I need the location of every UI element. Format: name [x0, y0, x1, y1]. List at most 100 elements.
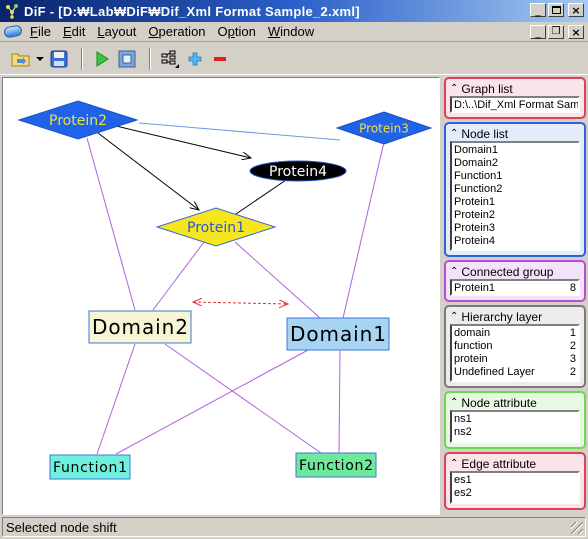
edge-protein4-protein1[interactable] [235, 179, 287, 215]
layer-count: 2 [569, 366, 576, 378]
graph-view[interactable]: Protein2 Protein3 Protein4 Protein1 Domain2 D… [3, 78, 440, 515]
edge-protein1-domain2[interactable] [152, 241, 205, 311]
connected-group-header[interactable]: ⌃ Connected group [450, 264, 580, 279]
node-protein1[interactable]: Protein1 [155, 207, 277, 247]
list-item[interactable]: Protein1 8 [454, 282, 576, 294]
window-title: DiF - [D:₩Lab₩DiF₩Dif_Xml Format Sample_… [24, 3, 360, 19]
list-item[interactable]: protein 3 [454, 353, 576, 366]
list-item[interactable]: Function1 [454, 170, 576, 183]
mdi-restore-button[interactable]: ❐ [548, 25, 564, 39]
menu-bar: File Edit Layout Operation Option Window… [0, 22, 588, 42]
maximize-button[interactable] [548, 3, 564, 17]
list-item[interactable]: function 2 [454, 340, 576, 353]
remove-icon [214, 56, 226, 61]
node-attribute-header[interactable]: ⌃ Node attribute [450, 395, 580, 410]
open-dropdown-button[interactable] [35, 48, 45, 70]
collapse-chevron-icon[interactable]: ⌃ [450, 128, 458, 139]
list-item[interactable]: Domain1 [454, 144, 576, 157]
node-domain1[interactable]: Domain1 [286, 317, 390, 351]
edge-attribute-box[interactable]: es1 es2 [450, 471, 580, 504]
document-icon[interactable] [3, 24, 23, 39]
list-item[interactable]: Protein4 [454, 235, 576, 248]
graph-list-box[interactable]: D:\..\Dif_Xml Format Sam [450, 96, 580, 113]
edge-protein2-protein3[interactable] [138, 122, 341, 141]
connected-group-box[interactable]: Protein1 8 [450, 279, 580, 296]
hierarchy-layer-box[interactable]: domain 1 function 2 protein 3 Undefined Lay… [450, 324, 580, 382]
hierarchy-layer-panel: ⌃ Hierarchy layer domain 1 function 2 prote… [444, 305, 586, 388]
collapse-chevron-icon[interactable]: ⌃ [450, 311, 458, 322]
node-function2[interactable]: Function2 [295, 452, 377, 478]
menu-file-rest: ile [37, 24, 51, 39]
collapse-chevron-icon[interactable]: ⌃ [450, 397, 458, 408]
menu-option-rest: tion [234, 24, 256, 39]
mdi-close-button[interactable]: × [568, 25, 584, 39]
edge-protein2-protein1[interactable] [97, 132, 199, 210]
list-item[interactable]: Function2 [454, 183, 576, 196]
mdi-minimize-button[interactable]: _ [530, 25, 546, 39]
edge-domain2-function1[interactable] [96, 343, 136, 455]
graph-list-item-label: D:\..\Dif_Xml Format Sam [454, 99, 580, 111]
collapse-chevron-icon[interactable]: ⌃ [450, 83, 458, 94]
close-button[interactable]: × [568, 3, 584, 17]
menu-window[interactable]: Window [268, 24, 314, 39]
menu-window-mnemonic: W [267, 24, 281, 39]
edge-protein1-domain1[interactable] [234, 241, 321, 319]
node-list-header[interactable]: ⌃ Node list [450, 126, 580, 141]
collapse-chevron-icon[interactable]: ⌃ [450, 458, 458, 469]
minimize-button[interactable]: _ [530, 3, 546, 17]
remove-button[interactable] [209, 48, 231, 70]
edge-domain1-function2[interactable] [338, 349, 341, 454]
node-label: Domain2 [92, 315, 188, 339]
node-list-box[interactable]: Domain1 Domain2 Function1 Function2 Prot… [450, 141, 580, 251]
open-button[interactable] [10, 48, 32, 70]
list-item[interactable]: Protein1 [454, 196, 576, 209]
resize-grip[interactable] [571, 522, 583, 534]
node-domain2[interactable]: Domain2 [88, 310, 192, 344]
layer-count: 2 [569, 340, 576, 352]
menu-option[interactable]: Option [218, 24, 256, 39]
graph-list-title: Graph list [461, 81, 513, 96]
save-icon [50, 50, 68, 67]
toolbar-separator [149, 47, 151, 70]
close-icon: × [571, 25, 581, 39]
menu-operation[interactable]: Operation [148, 24, 205, 39]
group-name: Protein1 [454, 282, 495, 294]
list-item[interactable]: domain 1 [454, 327, 576, 340]
list-item[interactable]: ns1 [454, 413, 576, 426]
graph-list-panel: ⌃ Graph list D:\..\Dif_Xml Format Sam [444, 77, 586, 119]
node-attribute-box[interactable]: ns1 ns2 [450, 410, 580, 443]
list-item[interactable]: Undefined Layer 2 [454, 366, 576, 379]
hierarchy-layer-header[interactable]: ⌃ Hierarchy layer [450, 309, 580, 324]
list-item[interactable]: Domain2 [454, 157, 576, 170]
list-item[interactable]: Protein3 [454, 222, 576, 235]
edge-protein3-domain1[interactable] [342, 141, 385, 319]
node-protein3[interactable]: Protein3 [335, 111, 433, 145]
node-protein2[interactable]: Protein2 [17, 100, 139, 140]
list-item[interactable]: Protein2 [454, 209, 576, 222]
edge-domain1-function1[interactable] [115, 349, 309, 455]
node-function1[interactable]: Function1 [49, 454, 131, 480]
menu-layout[interactable]: Layout [97, 24, 136, 39]
menu-edit[interactable]: Edit [63, 24, 85, 39]
hierarchy-layout-button[interactable] [159, 48, 181, 70]
graph-canvas[interactable]: Protein2 Protein3 Protein4 Protein1 Domain2 D… [2, 77, 440, 515]
node-protein4[interactable]: Protein4 [249, 160, 347, 182]
edge-domain2-domain1[interactable] [193, 302, 288, 304]
add-button[interactable] [184, 48, 206, 70]
menu-operation-mnemonic: O [148, 24, 159, 39]
list-item[interactable]: es1 [454, 474, 576, 487]
collapse-chevron-icon[interactable]: ⌃ [450, 266, 458, 277]
stop-button[interactable] [116, 48, 138, 70]
menu-file[interactable]: File [30, 24, 51, 39]
list-item[interactable]: es2 [454, 487, 576, 500]
edge-attribute-header[interactable]: ⌃ Edge attribute [450, 456, 580, 471]
list-item[interactable]: ns2 [454, 426, 576, 439]
edge-protein2-domain2[interactable] [86, 137, 136, 311]
graph-list-header[interactable]: ⌃ Graph list [450, 81, 580, 96]
save-button[interactable] [48, 48, 70, 70]
hierarchy-layout-icon [161, 50, 179, 68]
list-item[interactable]: D:\..\Dif_Xml Format Sam [454, 99, 580, 111]
node-list-item-label: Protein1 [454, 196, 495, 208]
edge-domain2-function2[interactable] [164, 343, 322, 454]
run-button[interactable] [91, 48, 113, 70]
